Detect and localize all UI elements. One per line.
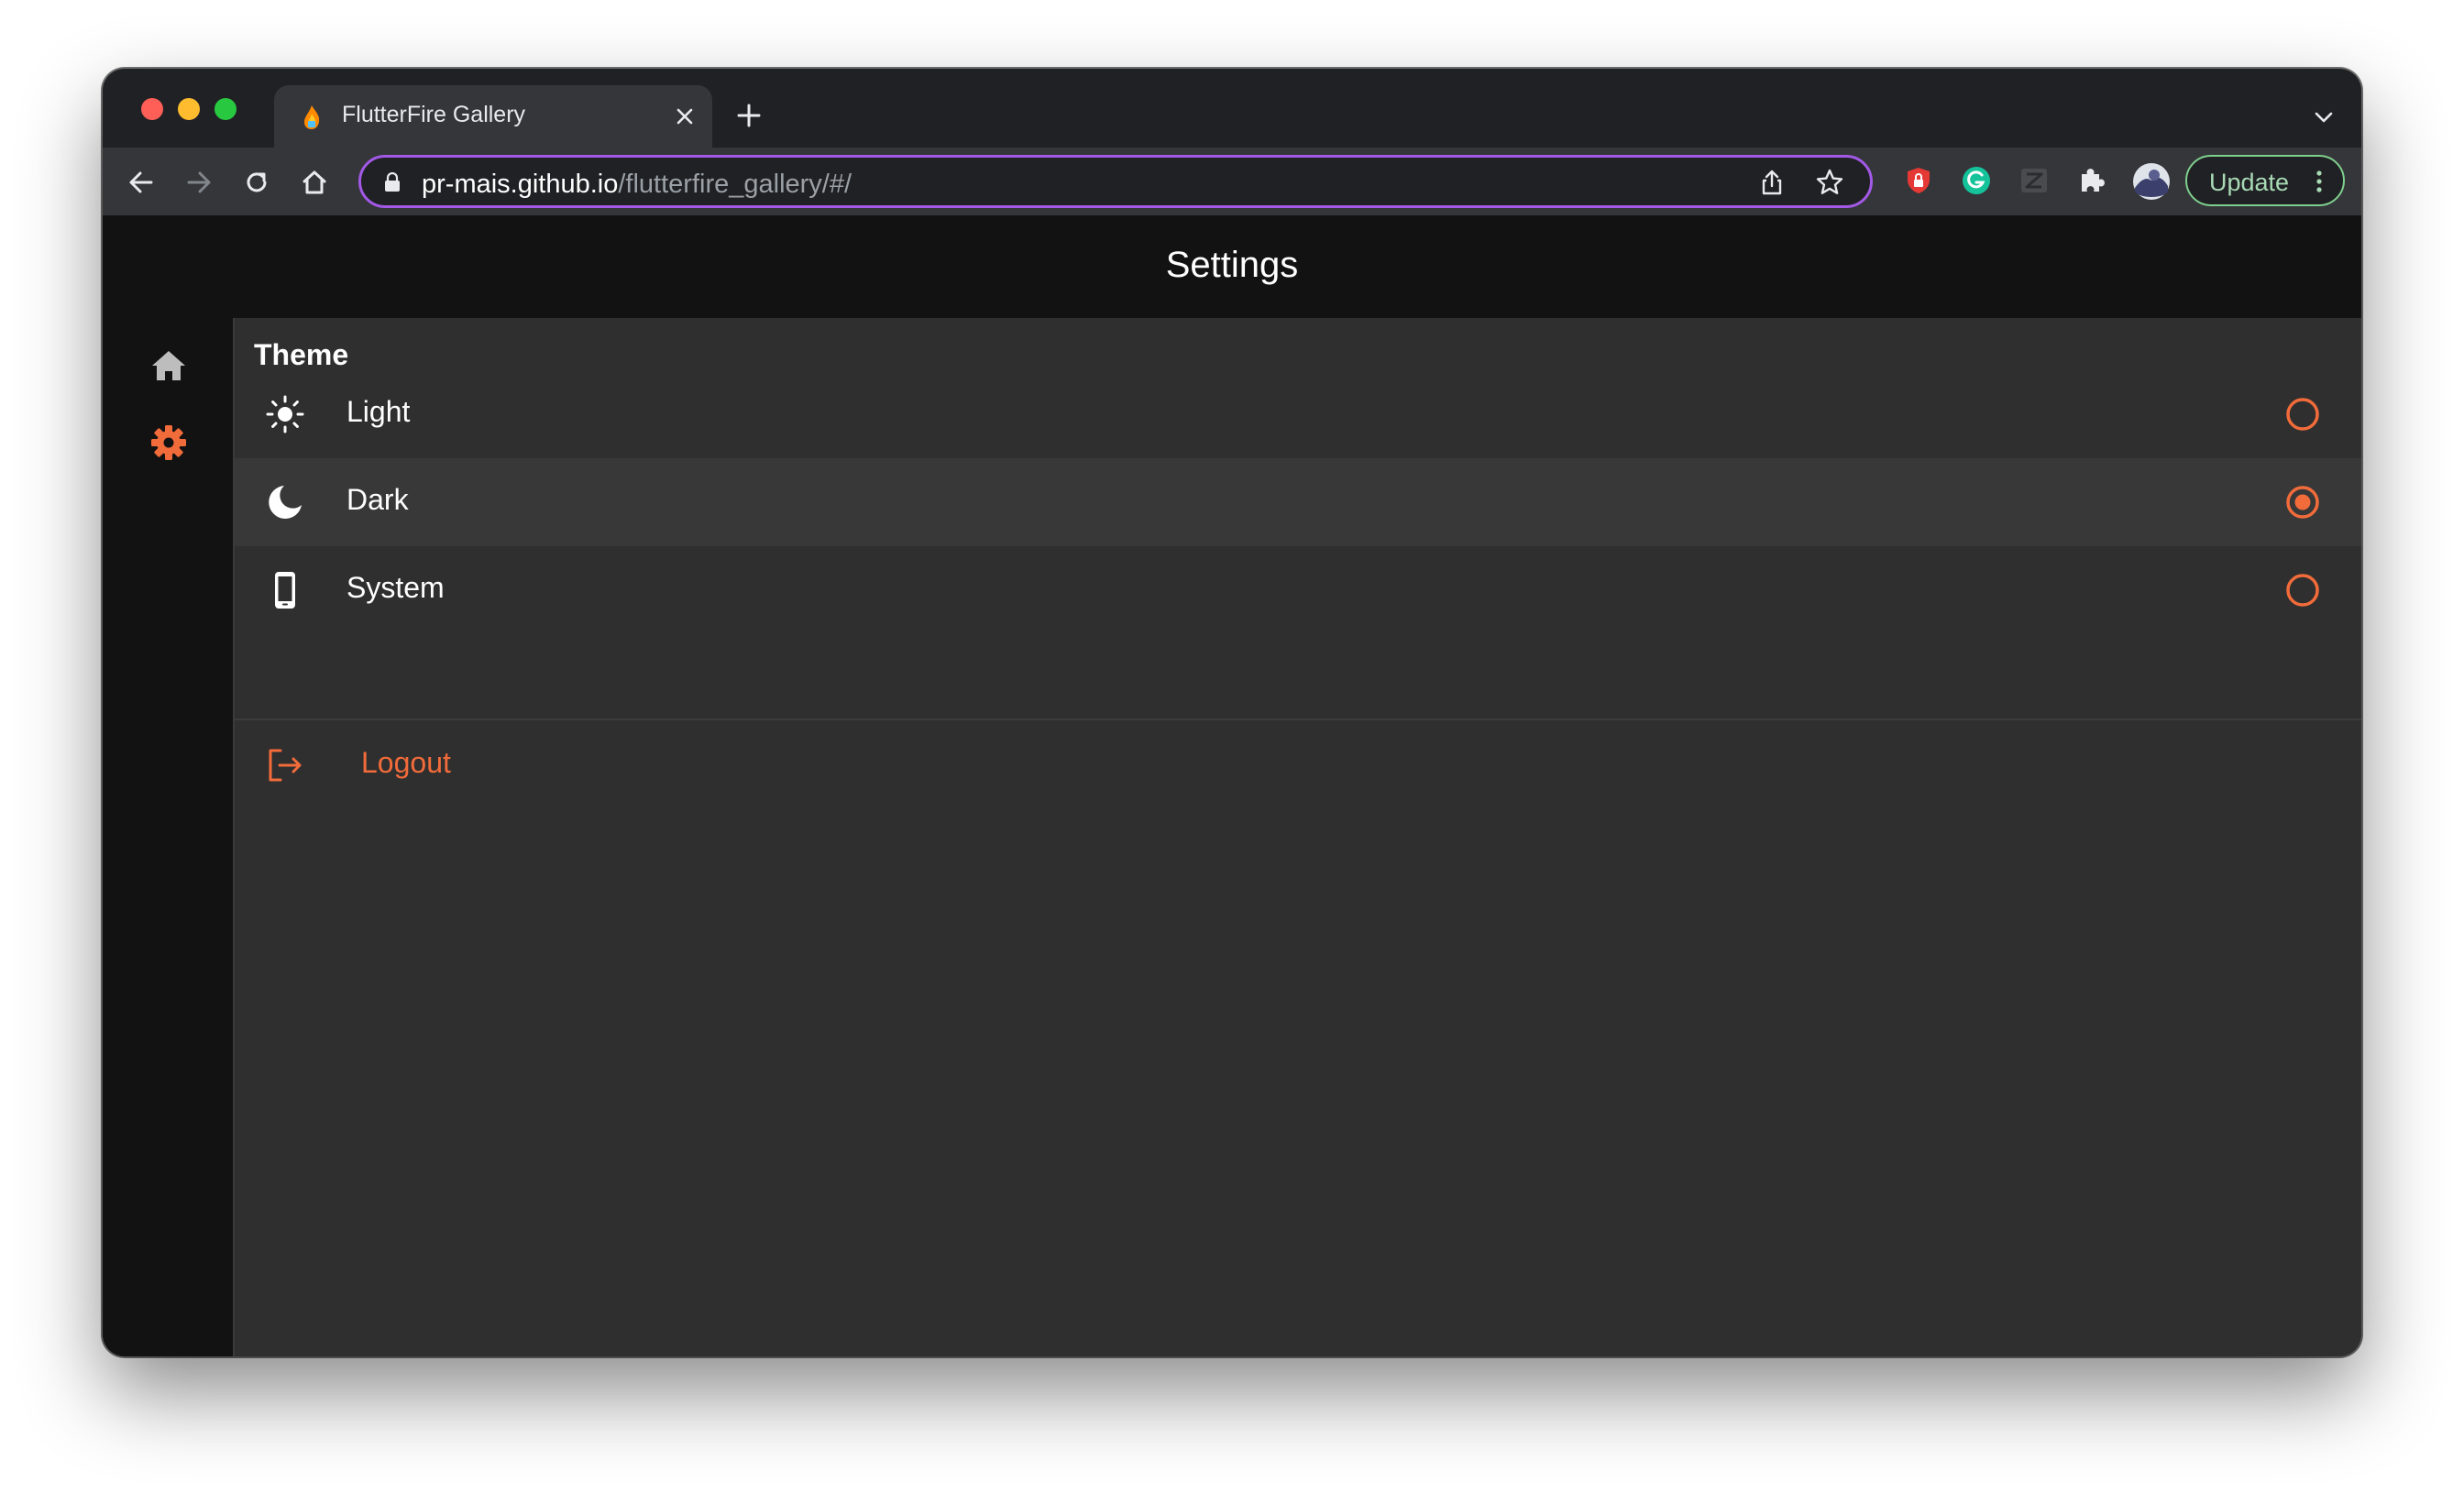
forward-arrow-icon[interactable]	[184, 168, 214, 197]
gear-icon[interactable]	[148, 422, 189, 463]
puzzle-extensions-icon[interactable]	[2075, 164, 2108, 197]
tab-strip: FlutterFire Gallery	[103, 69, 2361, 148]
theme-option-label: System	[346, 571, 445, 604]
settings-content: Theme Light Dark System Logout	[235, 318, 2361, 1356]
phone-icon	[275, 572, 295, 609]
maximize-window-button[interactable]	[214, 98, 236, 120]
update-label: Update	[2209, 169, 2290, 196]
divider	[235, 719, 2361, 720]
theme-option-dark[interactable]: Dark	[235, 458, 2361, 546]
radio-unselected-icon[interactable]	[2284, 396, 2321, 433]
minimize-window-button[interactable]	[178, 98, 200, 120]
logout-button[interactable]: Logout	[235, 721, 2361, 809]
home-icon[interactable]	[148, 346, 189, 386]
z-extension-icon[interactable]	[2018, 164, 2051, 197]
home-button-icon[interactable]	[300, 168, 329, 197]
moon-icon	[269, 486, 302, 519]
theme-option-label: Light	[346, 395, 411, 428]
navigation-rail	[103, 318, 235, 1356]
page-title: Settings	[1165, 245, 1299, 285]
update-button[interactable]: Update	[2185, 155, 2345, 206]
shield-extension-icon[interactable]	[1902, 164, 1935, 197]
new-tab-icon[interactable]	[735, 102, 763, 129]
url-path: /flutterfire_gallery/#/	[618, 170, 852, 199]
url-host: pr-mais.github.io	[422, 170, 619, 199]
theme-option-light[interactable]: Light	[235, 370, 2361, 458]
more-vert-icon[interactable]	[2316, 170, 2323, 193]
flutterfire-favicon-icon	[304, 105, 320, 129]
tab-search-chevron-icon[interactable]	[2312, 105, 2336, 129]
radio-unselected-icon[interactable]	[2284, 572, 2321, 609]
radio-selected-icon[interactable]	[2284, 484, 2321, 521]
logout-label: Logout	[361, 746, 451, 779]
browser-window: FlutterFire Gallery pr-mais.github.io/fl…	[103, 69, 2361, 1356]
theme-option-label: Dark	[346, 483, 409, 516]
close-tab-icon[interactable]	[674, 105, 696, 127]
profile-avatar-icon[interactable]	[2132, 162, 2171, 201]
theme-section-title: Theme	[254, 338, 349, 371]
tab-title: FlutterFire Gallery	[342, 102, 526, 127]
reload-icon[interactable]	[242, 168, 271, 197]
share-icon[interactable]	[1758, 169, 1786, 196]
lock-icon[interactable]	[383, 172, 402, 192]
logout-icon	[269, 749, 302, 782]
address-bar[interactable]: pr-mais.github.io/flutterfire_gallery/#/	[358, 155, 1873, 208]
app-bar: Settings	[103, 215, 2361, 318]
grammarly-extension-icon[interactable]	[1960, 164, 1993, 197]
theme-option-system[interactable]: System	[235, 546, 2361, 634]
bookmark-star-icon[interactable]	[1815, 168, 1844, 197]
back-arrow-icon[interactable]	[126, 168, 156, 197]
browser-tab[interactable]: FlutterFire Gallery	[274, 85, 712, 148]
sun-icon	[266, 395, 304, 433]
browser-toolbar: pr-mais.github.io/flutterfire_gallery/#/	[103, 148, 2361, 215]
close-window-button[interactable]	[141, 98, 163, 120]
url-text[interactable]: pr-mais.github.io/flutterfire_gallery/#/	[422, 170, 852, 200]
